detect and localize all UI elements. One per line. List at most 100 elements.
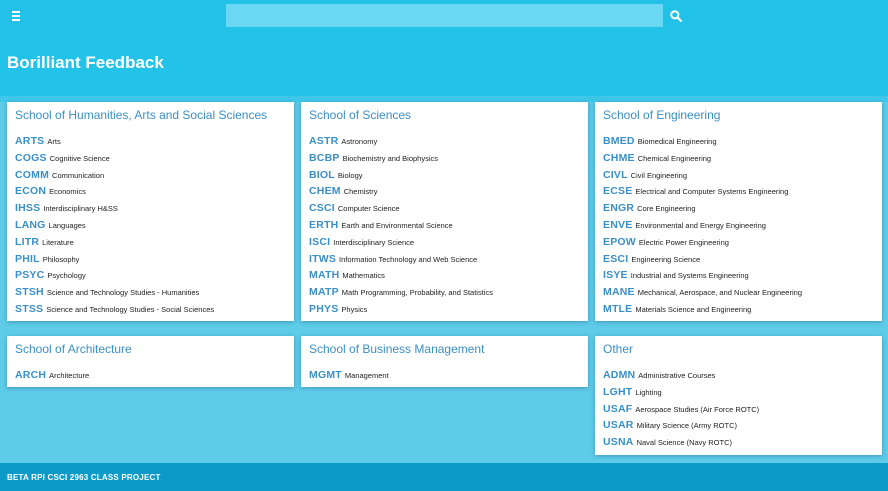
department-link[interactable]: COMM Communication: [15, 166, 214, 183]
department-list: ASTR Astronomy BCBP Biochemistry and Bioph…: [309, 132, 493, 317]
department-link[interactable]: MTLE Materials Science and Engineering: [603, 300, 802, 317]
department-list: ADMN Administrative Courses LGHT Lighting …: [603, 366, 759, 450]
department-code: USAR: [603, 419, 634, 432]
department-name: Languages: [48, 220, 86, 230]
department-link[interactable]: USNA Naval Science (Navy ROTC): [603, 433, 759, 450]
department-link[interactable]: LITR Literature: [15, 233, 214, 250]
department-link[interactable]: CIVL Civil Engineering: [603, 166, 802, 183]
department-code: ECSE: [603, 185, 633, 198]
department-link[interactable]: USAR Military Science (Army ROTC): [603, 416, 759, 433]
department-code: BMED: [603, 135, 635, 147]
department-code: ISCI: [309, 235, 331, 248]
site-title: Borilliant Feedback: [7, 53, 164, 72]
department-code: IHSS: [15, 202, 41, 215]
department-name: Electrical and Computer Systems Engineer…: [635, 187, 789, 197]
search-input[interactable]: [226, 4, 663, 27]
department-name: Physics: [341, 304, 368, 314]
department-code: ARTS: [15, 135, 45, 147]
hamburger-icon[interactable]: [10, 8, 26, 24]
department-link[interactable]: BMED Biomedical Engineering: [603, 132, 802, 149]
department-link[interactable]: LGHT Lighting: [603, 383, 759, 400]
department-name: Computer Science: [337, 204, 400, 214]
department-link[interactable]: PHIL Philosophy: [15, 250, 214, 267]
department-link[interactable]: ISCI Interdisciplinary Science: [309, 233, 493, 250]
department-link[interactable]: MANE Mechanical, Aerospace, and Nuclear E…: [603, 283, 802, 300]
department-name: Chemistry: [343, 187, 378, 197]
department-code: ADMN: [603, 369, 636, 381]
department-code: ARCH: [15, 369, 47, 381]
department-name: Earth and Environmental Science: [341, 220, 453, 230]
school-card-engineering: School of Engineering BMED Biomedical Eng…: [595, 102, 882, 321]
department-link[interactable]: CSCI Computer Science: [309, 199, 493, 216]
search-icon[interactable]: [669, 9, 683, 23]
department-link[interactable]: MATH Mathematics: [309, 266, 493, 283]
department-name: Administrative Courses: [638, 371, 716, 380]
department-link[interactable]: BIOL Biology: [309, 166, 493, 183]
department-list: ARCH Architecture: [15, 366, 89, 383]
department-list: MGMT Management: [309, 366, 389, 383]
school-title: School of Engineering: [603, 108, 721, 122]
department-name: Cognitive Science: [49, 153, 110, 163]
department-name: Astronomy: [341, 137, 378, 146]
department-link[interactable]: USAF Aerospace Studies (Air Force ROTC): [603, 400, 759, 417]
department-code: PHYS: [309, 302, 339, 315]
page-footer: BETA RPI CSCI 2963 CLASS PROJECT: [0, 463, 888, 491]
department-link[interactable]: STSS Science and Technology Studies - Soc…: [15, 300, 214, 317]
department-code: LITR: [15, 235, 40, 248]
department-name: Math Programming, Probability, and Stati…: [341, 288, 493, 298]
department-link[interactable]: LANG Languages: [15, 216, 214, 233]
department-link[interactable]: BCBP Biochemistry and Biophysics: [309, 149, 493, 166]
department-name: Literature: [42, 237, 74, 247]
department-name: Mathematics: [342, 271, 385, 281]
department-link[interactable]: MATP Math Programming, Probability, and S…: [309, 283, 493, 300]
department-name: Civil Engineering: [630, 170, 687, 180]
department-code: STSH: [15, 286, 44, 299]
department-name: Aerospace Studies (Air Force ROTC): [635, 404, 760, 414]
department-link[interactable]: ARTS Arts: [15, 132, 214, 149]
page-header: Borilliant Feedback: [0, 32, 888, 96]
department-link[interactable]: COGS Cognitive Science: [15, 149, 214, 166]
school-title: School of Humanities, Arts and Social Sc…: [15, 108, 268, 122]
department-link[interactable]: ITWS Information Technology and Web Scien…: [309, 250, 493, 267]
department-link[interactable]: ECON Economics: [15, 182, 214, 199]
department-link[interactable]: PSYC Psychology: [15, 266, 214, 283]
department-name: Science and Technology Studies - Humanit…: [46, 288, 200, 298]
department-code: COMM: [15, 168, 50, 181]
department-link[interactable]: ARCH Architecture: [15, 366, 89, 383]
department-link[interactable]: ADMN Administrative Courses: [603, 366, 759, 383]
department-code: LANG: [15, 218, 46, 231]
department-name: Interdisciplinary Science: [333, 237, 415, 247]
department-name: Chemical Engineering: [637, 153, 712, 163]
department-code: PSYC: [15, 269, 45, 282]
department-name: Arts: [47, 137, 61, 146]
department-link[interactable]: ENVE Environmental and Energy Engineering: [603, 216, 802, 233]
department-name: Military Science (Army ROTC): [636, 421, 737, 431]
department-link[interactable]: IHSS Interdisciplinary H&SS: [15, 199, 214, 216]
department-link[interactable]: CHME Chemical Engineering: [603, 149, 802, 166]
department-link[interactable]: EPOW Electric Power Engineering: [603, 233, 802, 250]
department-code: ASTR: [309, 135, 339, 147]
department-link[interactable]: ISYE Industrial and Systems Engineering: [603, 266, 802, 283]
department-link[interactable]: ECSE Electrical and Computer Systems Engi…: [603, 182, 802, 199]
department-link[interactable]: MGMT Management: [309, 366, 389, 383]
department-code: COGS: [15, 151, 47, 164]
department-link[interactable]: PHYS Physics: [309, 300, 493, 317]
school-card-architecture: School of Architecture ARCH Architecture: [7, 336, 294, 387]
footer-text: BETA RPI CSCI 2963 CLASS PROJECT: [7, 473, 161, 482]
school-title: School of Sciences: [309, 108, 412, 122]
department-code: ESCI: [603, 252, 629, 265]
department-link[interactable]: ENGR Core Engineering: [603, 199, 802, 216]
department-code: PHIL: [15, 252, 40, 265]
department-name: Architecture: [49, 371, 90, 380]
department-link[interactable]: ERTH Earth and Environmental Science: [309, 216, 493, 233]
department-link[interactable]: ASTR Astronomy: [309, 132, 493, 149]
department-name: Biomedical Engineering: [637, 137, 717, 146]
department-name: Psychology: [47, 271, 86, 281]
department-name: Management: [344, 371, 389, 380]
department-link[interactable]: STSH Science and Technology Studies - Hum…: [15, 283, 214, 300]
department-code: ENVE: [603, 218, 633, 231]
department-name: Science and Technology Studies - Social …: [46, 304, 215, 314]
department-code: MATP: [309, 286, 339, 299]
department-link[interactable]: CHEM Chemistry: [309, 182, 493, 199]
department-link[interactable]: ESCI Engineering Science: [603, 250, 802, 267]
